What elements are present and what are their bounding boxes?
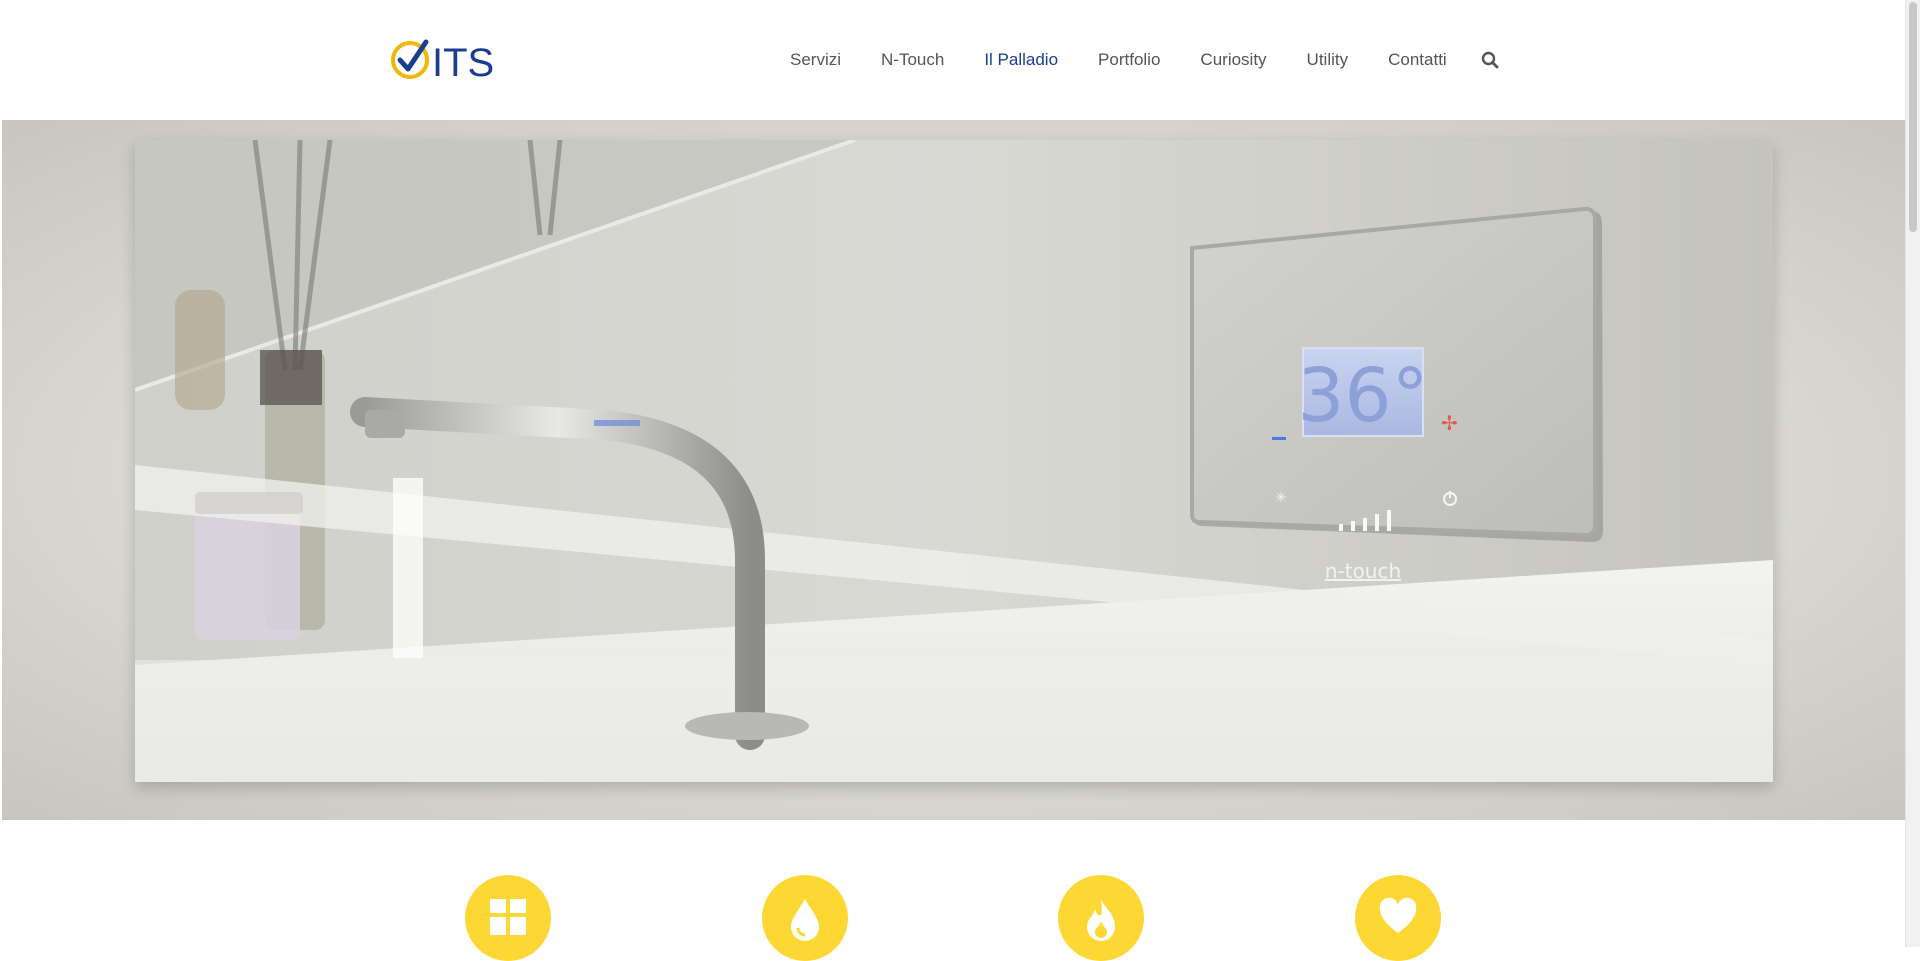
nav-item-utility[interactable]: Utility — [1307, 50, 1349, 70]
thermostat-temperature: 36° — [1297, 353, 1428, 439]
feature-heart-button[interactable] — [1355, 875, 1441, 961]
logo-text: ITS — [432, 41, 494, 84]
nav-item-contatti[interactable]: Contatti — [1388, 50, 1447, 70]
feature-flame-button[interactable] — [1058, 875, 1144, 961]
water-drop-icon — [791, 899, 819, 941]
svg-text:✢: ✢ — [1441, 411, 1458, 435]
its-logo[interactable]: ITS — [390, 36, 496, 84]
site-header: ITS Servizi N-Touch Il Palladio Portfoli… — [0, 0, 1906, 120]
features-row — [0, 820, 1906, 961]
feature-water-button[interactable] — [762, 875, 848, 961]
main-navigation: Servizi N-Touch Il Palladio Portfolio Cu… — [790, 0, 1499, 120]
svg-text:✳: ✳ — [1275, 490, 1287, 506]
search-icon[interactable] — [1481, 51, 1499, 69]
page-scrollbar[interactable] — [1905, 0, 1920, 947]
hero-banner: 36° ✢ ✳ n-touch — [2, 120, 1906, 820]
grid-icon — [490, 899, 526, 935]
feature-grid-button[interactable] — [465, 875, 551, 961]
nav-item-n-touch[interactable]: N-Touch — [881, 50, 944, 70]
nav-item-portfolio[interactable]: Portfolio — [1098, 50, 1160, 70]
scrollbar-thumb[interactable] — [1909, 2, 1917, 232]
heart-icon — [1379, 897, 1417, 933]
nav-item-il-palladio[interactable]: Il Palladio — [984, 50, 1058, 70]
flame-icon — [1087, 899, 1115, 941]
nav-item-curiosity[interactable]: Curiosity — [1200, 50, 1266, 70]
thermostat-brand: n-touch — [1325, 559, 1401, 583]
hero-image: 36° ✢ ✳ n-touch — [135, 140, 1773, 782]
nav-item-servizi[interactable]: Servizi — [790, 50, 841, 70]
